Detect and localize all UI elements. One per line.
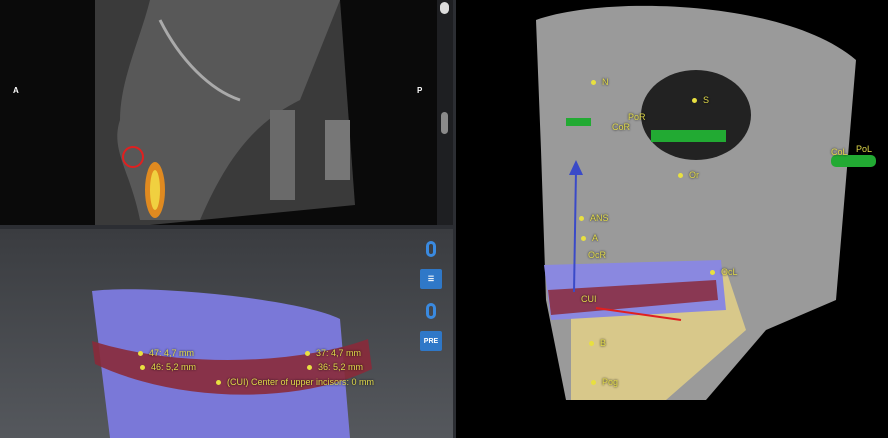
landmark-b: B (589, 338, 606, 348)
dental-model-image (92, 289, 372, 438)
landmark-or: Or (678, 170, 699, 180)
measurement-46: 46: 5,2 mm (140, 362, 196, 372)
landmark-a: A (581, 233, 598, 243)
measurement-cui: (CUI) Center of upper incisors: 0 mm (216, 377, 374, 387)
landmark-cui: CUI (581, 294, 597, 304)
landmark-pol: PoL (856, 144, 873, 154)
rotate-axis-button-2[interactable] (420, 301, 442, 321)
landmark-ans: ANS (579, 213, 609, 223)
skull-render (536, 5, 876, 401)
landmark-col: CoL (831, 147, 848, 157)
landmark-por: PoR (628, 112, 646, 122)
rotate-axis-icon (426, 241, 436, 257)
rotate-axis-button[interactable] (420, 239, 442, 259)
measurement-47: 47: 4,7 mm (138, 348, 194, 358)
posterior-label: P (417, 86, 423, 95)
scroll-thumb[interactable] (441, 112, 448, 134)
ct-scrollbar[interactable] (437, 0, 453, 225)
landmark-pog: Pog (591, 377, 618, 387)
skull-3d-view[interactable]: N S PoR CoR Or CoL PoL ANS A OcR OcL CUI… (456, 0, 888, 438)
dental-arch-icon: ☰ (427, 276, 435, 283)
measurement-36: 36: 5,2 mm (307, 362, 363, 372)
scroll-knob[interactable] (440, 2, 449, 14)
anterior-label: A (13, 86, 19, 95)
landmark-ocr: OcR (588, 250, 606, 260)
landmark-s: S (692, 95, 709, 105)
measurement-37: 37: 4,7 mm (305, 348, 361, 358)
dental-arch-button[interactable]: ☰ (420, 269, 442, 289)
ct-sagittal-view[interactable]: A P (0, 0, 437, 225)
landmark-n: N (591, 77, 609, 87)
pre-view-icon: PRE (423, 337, 439, 345)
landmark-cor: CoR (612, 122, 631, 132)
dental-model-view[interactable]: 47: 4,7 mm 46: 5,2 mm 37: 4,7 mm 36: 5,2… (0, 229, 453, 438)
rotate-axis-icon (426, 303, 436, 319)
pre-view-button[interactable]: PRE (420, 331, 442, 351)
landmark-ocl: OcL (710, 267, 738, 277)
ct-slice-image (95, 0, 355, 225)
